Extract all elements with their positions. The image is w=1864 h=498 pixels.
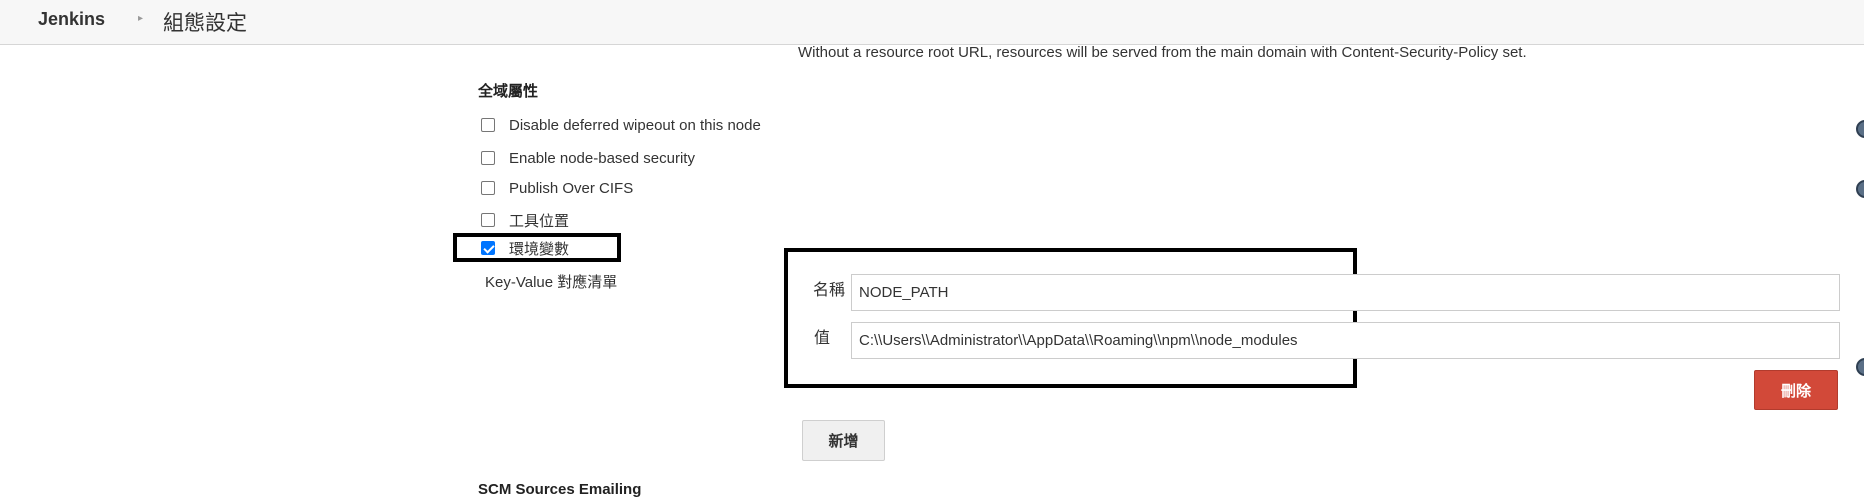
tool-locations-checkbox[interactable] bbox=[481, 213, 495, 227]
help-icon[interactable] bbox=[1856, 120, 1864, 138]
node-based-security-checkbox[interactable] bbox=[481, 151, 495, 165]
highlight-box-key-value bbox=[784, 248, 1357, 388]
delete-button[interactable]: 刪除 bbox=[1754, 370, 1838, 410]
breadcrumb-chevron-icon: ▸ bbox=[138, 13, 144, 24]
option-tool-locations: 工具位置 bbox=[481, 210, 569, 230]
option-publish-over-cifs: Publish Over CIFS bbox=[481, 178, 633, 198]
disable-deferred-wipeout-checkbox[interactable] bbox=[481, 118, 495, 132]
option-node-based-security: Enable node-based security bbox=[481, 148, 695, 168]
publish-over-cifs-checkbox[interactable] bbox=[481, 181, 495, 195]
add-button[interactable]: 新增 bbox=[802, 420, 885, 461]
jenkins-home-link[interactable]: Jenkins bbox=[38, 9, 105, 30]
option-label: 工具位置 bbox=[509, 212, 570, 230]
value-field-label: 值 bbox=[814, 330, 831, 347]
next-section-title: SCM Sources Emailing bbox=[478, 481, 642, 498]
breadcrumb-configure[interactable]: 組態設定 bbox=[163, 7, 247, 37]
env-name-input[interactable] bbox=[851, 274, 1840, 311]
option-label: Publish Over CIFS bbox=[509, 179, 634, 197]
global-properties-title: 全域屬性 bbox=[478, 83, 539, 100]
option-disable-deferred-wipeout: Disable deferred wipeout on this node bbox=[481, 115, 761, 135]
top-bar: Jenkins ▸ 組態設定 bbox=[0, 0, 1864, 45]
resource-root-help-text: Without a resource root URL, resources w… bbox=[798, 44, 1527, 61]
option-label: Enable node-based security bbox=[509, 149, 695, 167]
key-value-list-label: Key-Value 對應清單 bbox=[485, 274, 618, 291]
name-field-label: 名稱 bbox=[813, 282, 846, 299]
env-value-input[interactable] bbox=[851, 322, 1840, 359]
highlight-box-env-checkbox bbox=[453, 233, 621, 262]
option-label: Disable deferred wipeout on this node bbox=[509, 116, 761, 134]
help-icon[interactable] bbox=[1856, 180, 1864, 198]
help-icon[interactable] bbox=[1856, 358, 1864, 376]
